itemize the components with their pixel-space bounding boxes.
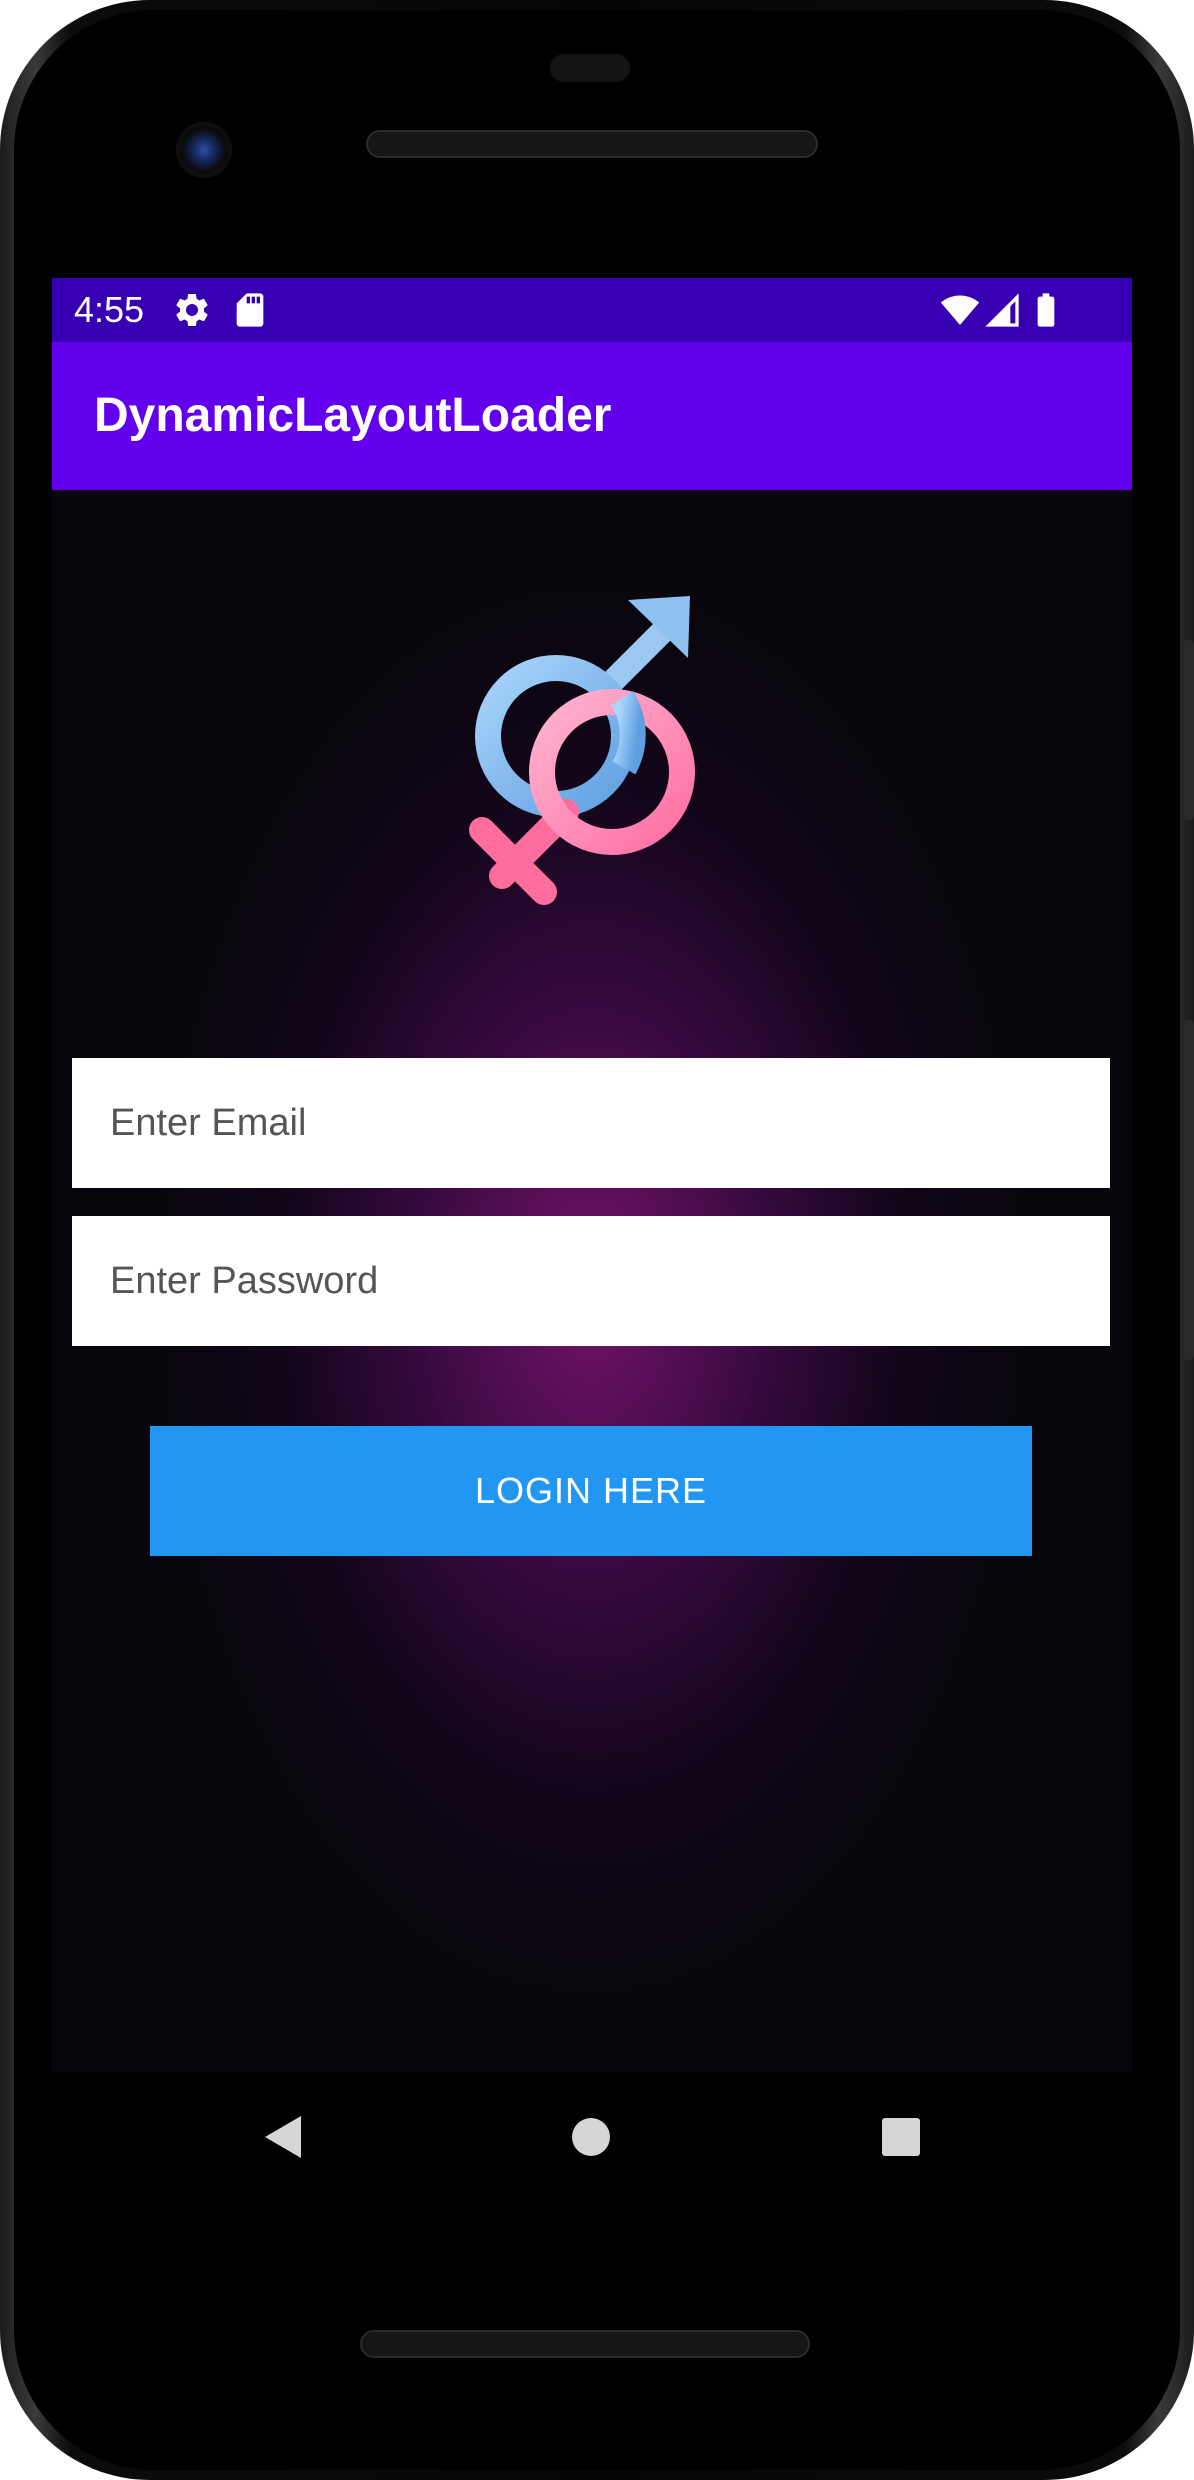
phone-device: 4:55 DynamicLayoutLoader Enter Email LOG…: [0, 0, 1194, 2480]
front-camera: [176, 122, 232, 178]
password-input[interactable]: [72, 1216, 1110, 1346]
phone-screen: 4:55 DynamicLayoutLoader Enter Email LOG…: [52, 278, 1132, 2072]
battery-icon: [1026, 290, 1066, 330]
email-input[interactable]: [72, 1058, 1110, 1188]
proximity-sensor: [550, 54, 630, 82]
app-title: DynamicLayoutLoader: [94, 389, 612, 442]
home-icon[interactable]: [546, 2092, 636, 2182]
wifi-icon: [940, 290, 980, 330]
login-button[interactable]: LOGIN HERE: [150, 1426, 1032, 1556]
status-time: 4:55: [74, 289, 145, 330]
power-button: [1184, 640, 1194, 820]
signal-icon: [982, 290, 1022, 330]
back-icon[interactable]: [238, 2092, 328, 2182]
gender-symbols-icon: [452, 580, 732, 910]
earpiece-speaker: [366, 130, 818, 158]
recents-icon[interactable]: [856, 2092, 946, 2182]
bottom-speaker: [360, 2330, 810, 2358]
status-bar: 4:55: [52, 278, 1132, 342]
gear-icon: [172, 290, 212, 330]
sd-card-icon: [230, 290, 270, 330]
volume-button: [1184, 1020, 1194, 1360]
system-nav-bar: [52, 2072, 1132, 2202]
login-content: LOGIN HERE: [52, 490, 1132, 2072]
app-bar: DynamicLayoutLoader: [52, 342, 1132, 490]
